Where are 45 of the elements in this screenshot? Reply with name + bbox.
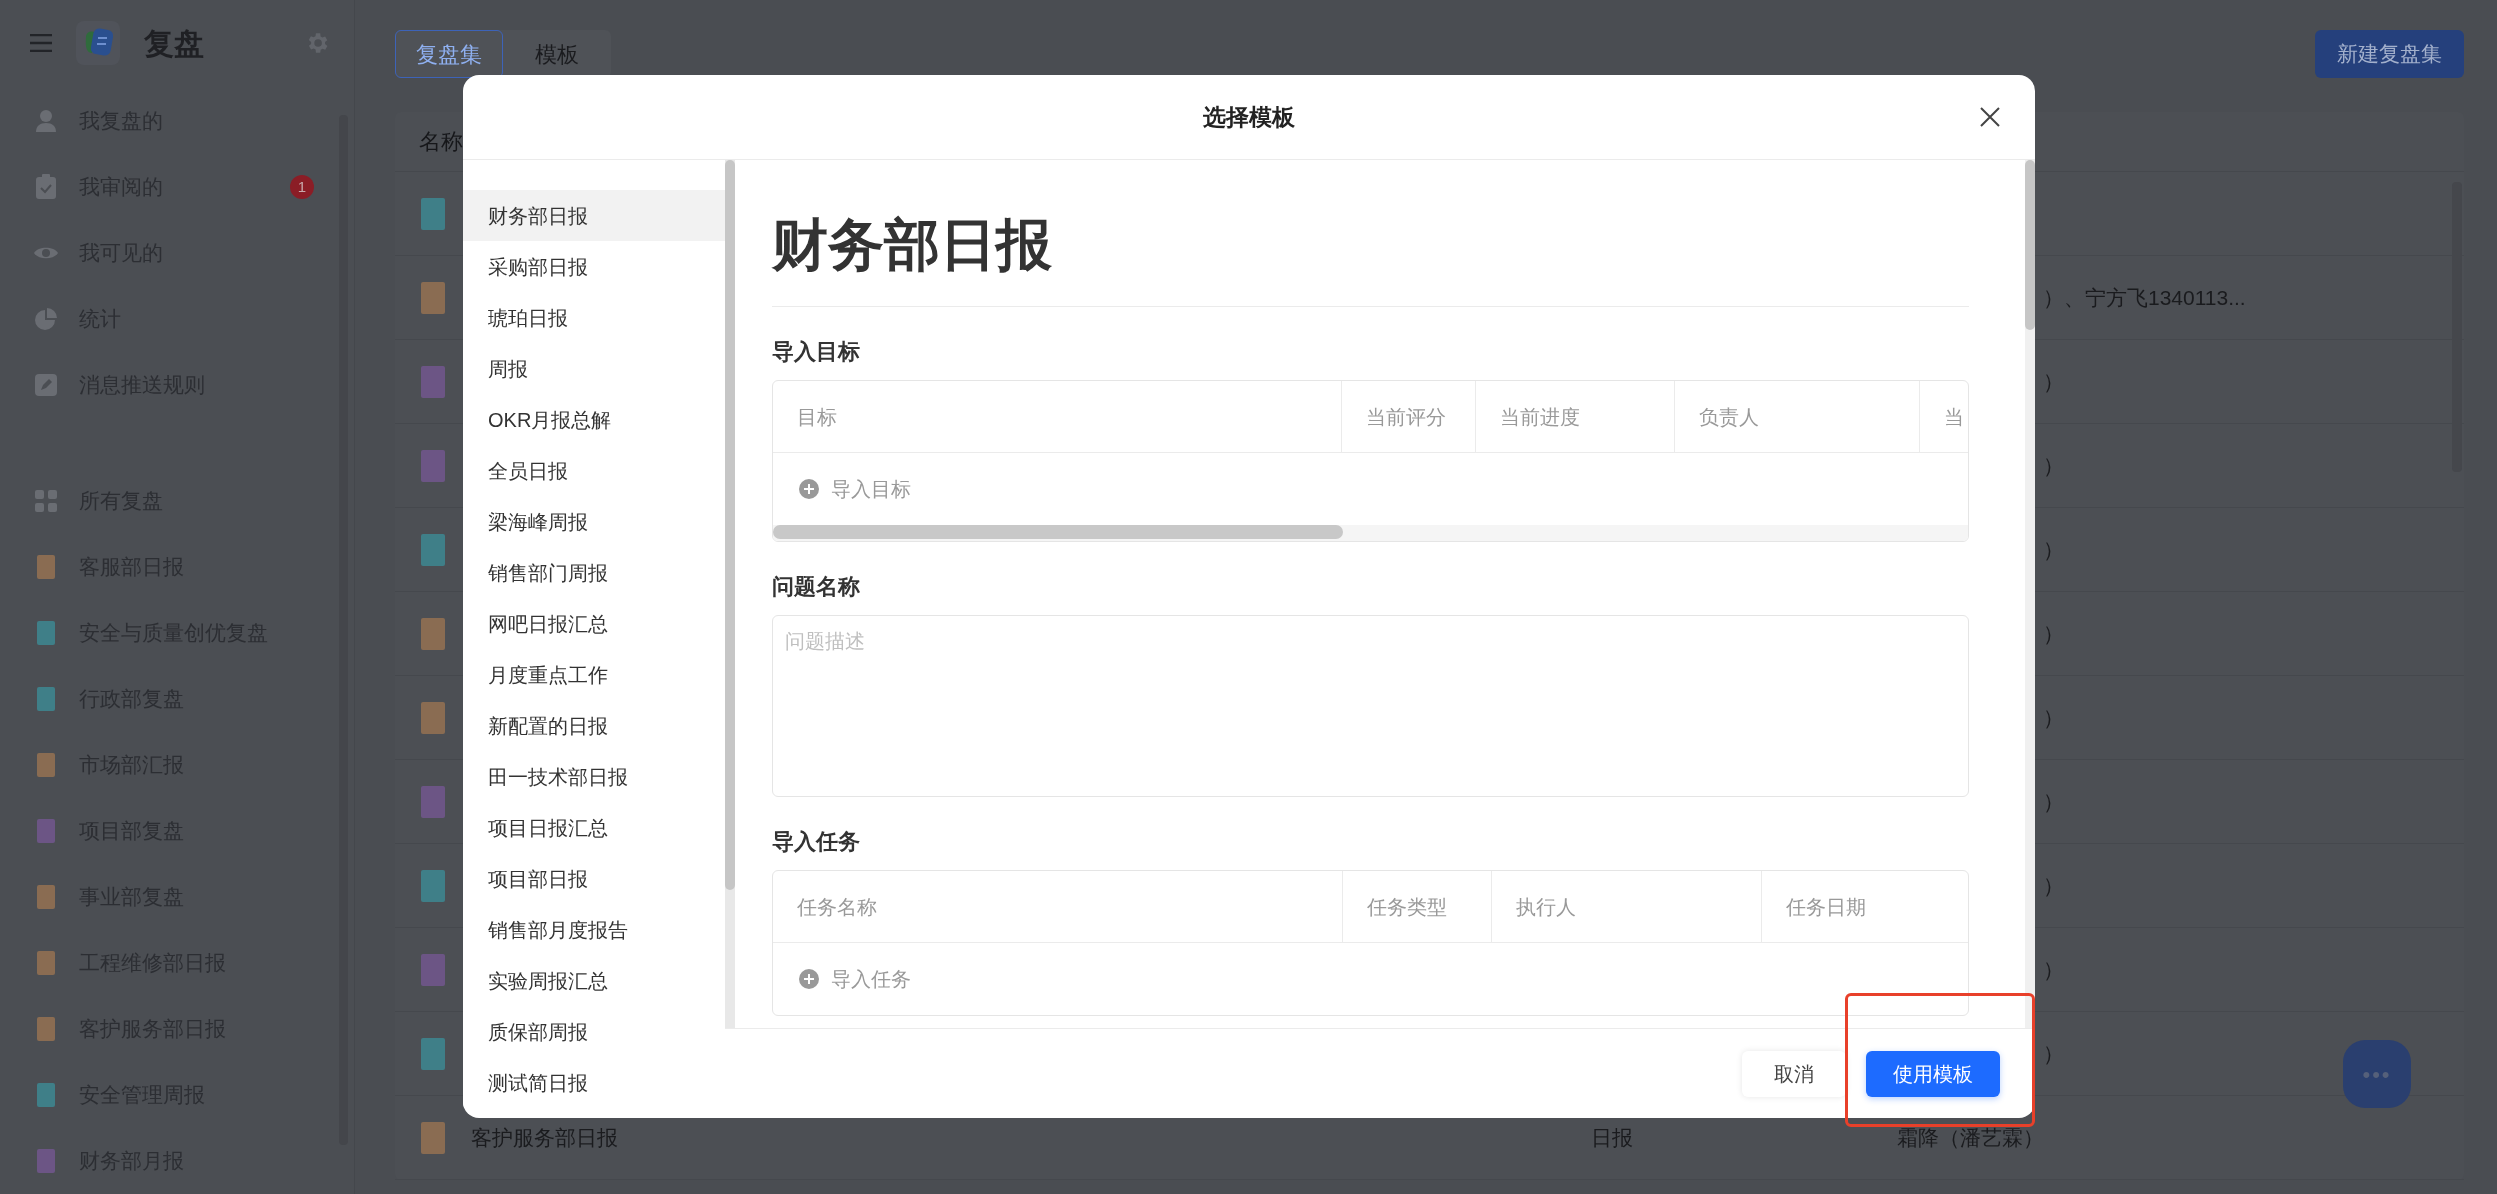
section-heading: 导入任务 [772,828,861,856]
app-logo-icon [76,21,120,65]
close-icon[interactable] [1980,107,2000,127]
column-header: 负责人 [1699,404,1759,430]
scrollbar[interactable] [2025,160,2035,330]
add-row-link[interactable]: 导入任务 [831,964,911,994]
table-cell-text: ） [2043,872,2064,899]
table-cell-text: ） [2043,452,2064,479]
cancel-button[interactable]: 取消 [1742,1050,1846,1097]
table-cell-text: ） [2043,620,2064,647]
grid-icon [35,490,57,512]
column-header: 当前进度 [1500,404,1580,430]
column-header: 任务日期 [1786,894,1866,920]
table-cell-text: ） [2043,536,2064,563]
template-item[interactable]: 财务部日报 [463,190,725,241]
dialog-title: 选择模板 [1203,102,1295,132]
column-header: 当 [1944,404,1964,430]
edit-icon [35,374,57,396]
user-icon [35,109,57,133]
count-badge: 1 [290,175,314,199]
column-header: 执行人 [1516,894,1576,920]
table-cell-text: ） [2043,956,2064,983]
clipboard-icon [35,174,57,200]
column-header: 任务名称 [797,894,877,920]
menu-icon[interactable] [30,34,52,52]
description-field[interactable]: 问题描述 [772,615,1969,797]
plus-circle-icon [799,479,819,499]
table-cell-text: ） [2043,1040,2064,1067]
column-header: 任务类型 [1367,894,1447,920]
pie-chart-icon [35,308,57,330]
column-header: 当前评分 [1366,404,1446,430]
section-heading: 问题名称 [772,573,861,601]
table-cell-text: ） [2043,788,2064,815]
template-title: 财务部日报 [772,212,1053,278]
section-heading: 导入目标 [772,338,861,366]
table-cell-text: ） [2043,704,2064,731]
table-cell-text: ） [2043,368,2064,395]
new-collection-button[interactable]: 新建复盘集 [2315,30,2464,78]
column-header: 名称 [419,128,463,156]
column-header: 目标 [797,404,837,430]
add-row-link[interactable]: 导入目标 [831,474,911,504]
plus-circle-icon [799,969,819,989]
scrollbar[interactable] [773,525,1343,539]
scrollbar[interactable] [725,160,735,890]
use-template-button[interactable]: 使用模板 [1866,1050,2000,1097]
